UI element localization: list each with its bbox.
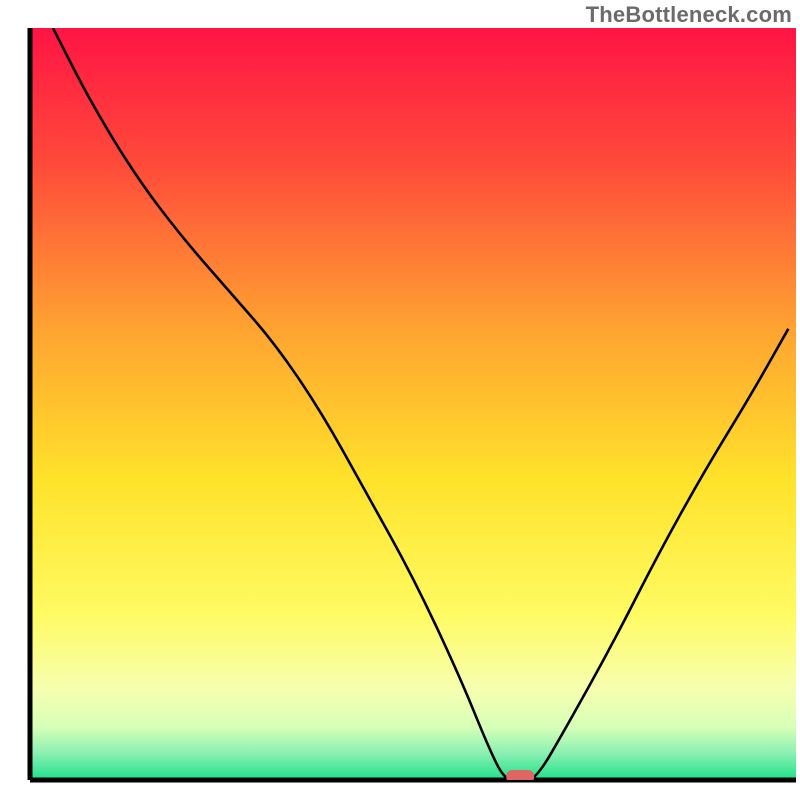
chart-svg [0,0,800,800]
bottleneck-chart: TheBottleneck.com [0,0,800,800]
watermark-text: TheBottleneck.com [586,2,792,28]
plot-background [30,28,796,780]
